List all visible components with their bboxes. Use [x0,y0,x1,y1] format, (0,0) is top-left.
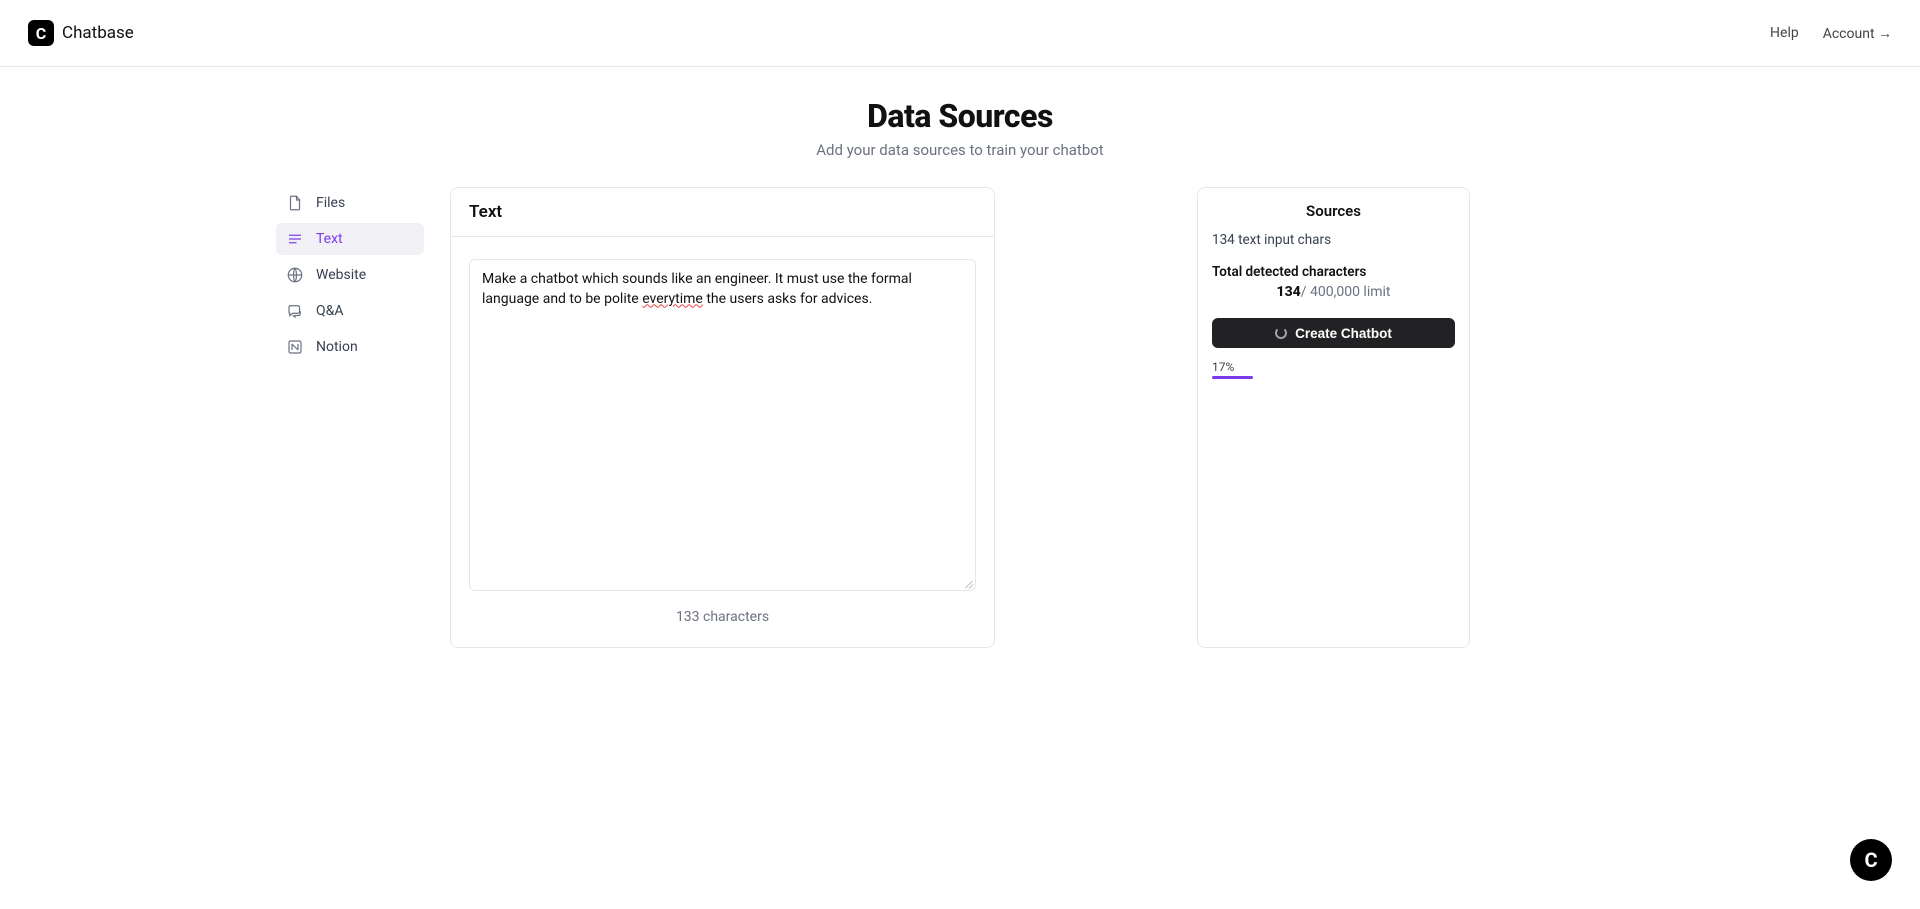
brand[interactable]: C Chatbase [28,20,134,46]
sidebar-item-files[interactable]: Files [276,187,424,219]
total-limit: / 400,000 limit [1301,284,1391,300]
total-detected-label: Total detected characters [1212,264,1455,280]
sources-panel: Sources 134 text input chars Total detec… [1197,187,1470,648]
topbar: C Chatbase Help Account → [0,0,1920,67]
create-chatbot-button-label: Create Chatbot [1295,326,1392,341]
text-panel-heading: Text [451,188,994,237]
notion-icon [286,338,304,356]
progress-bar-fill [1212,376,1253,379]
resize-handle-icon[interactable] [963,578,973,588]
page-title: Data Sources [867,97,1053,135]
spellcheck-word: everytime [642,291,703,307]
source-type-sidebar: Files Text Website Q&A [276,187,424,367]
progress-bar [1212,376,1455,379]
help-link[interactable]: Help [1770,25,1799,41]
sources-panel-heading: Sources [1212,202,1455,220]
sidebar-item-label: Text [316,231,343,247]
total-count: 134 [1277,284,1301,300]
layout: Files Text Website Q&A [450,187,1470,648]
sidebar-item-label: Notion [316,339,358,355]
sidebar-item-text[interactable]: Text [276,223,424,255]
total-detected-row: 134/ 400,000 limit [1212,284,1455,300]
text-lines-icon [286,230,304,248]
file-icon [286,194,304,212]
brand-logo-icon: C [28,20,54,46]
create-chatbot-button[interactable]: Create Chatbot [1212,318,1455,348]
chat-icon [286,302,304,320]
chat-fab-button[interactable]: C [1850,839,1892,881]
sidebar-item-label: Q&A [316,303,343,319]
page: Data Sources Add your data sources to tr… [0,67,1920,648]
brand-name: Chatbase [62,23,134,43]
text-input-chars-line: 134 text input chars [1212,232,1455,248]
top-links: Help Account → [1770,25,1892,42]
progress-label: 17% [1212,360,1455,374]
text-panel: Text Make a chatbot which sounds like an… [450,187,995,648]
char-count: 133 characters [469,609,976,625]
sidebar-item-notion[interactable]: Notion [276,331,424,363]
text-input-content: the users asks for advices. [703,291,873,307]
sidebar-item-qa[interactable]: Q&A [276,295,424,327]
sidebar-item-label: Website [316,267,366,283]
text-input[interactable]: Make a chatbot which sounds like an engi… [469,259,976,591]
sidebar-item-label: Files [316,195,345,211]
text-panel-body: Make a chatbot which sounds like an engi… [451,237,994,625]
spinner-icon [1275,327,1287,339]
page-subtitle: Add your data sources to train your chat… [816,141,1103,159]
globe-icon [286,266,304,284]
account-link[interactable]: Account → [1823,25,1892,42]
sidebar-item-website[interactable]: Website [276,259,424,291]
